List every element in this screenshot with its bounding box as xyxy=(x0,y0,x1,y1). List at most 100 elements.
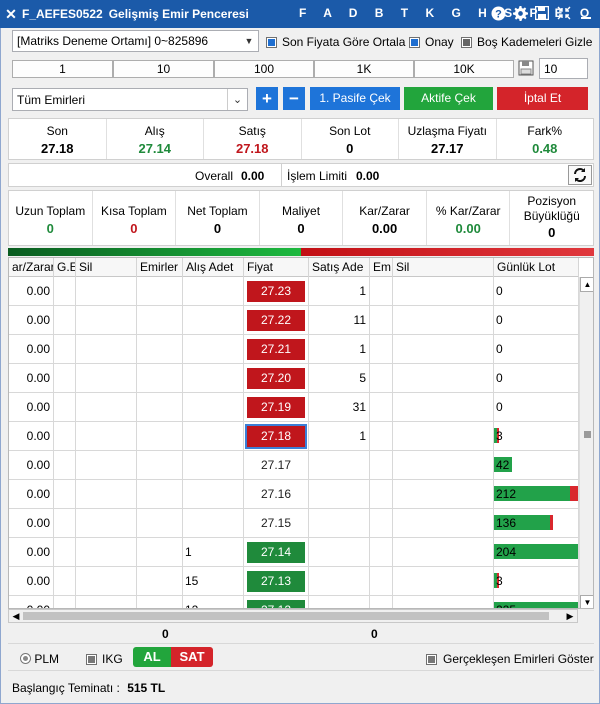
qty-button-10k[interactable]: 10K xyxy=(414,60,514,78)
gunluk-lot-cell[interactable]: 3 xyxy=(494,567,579,595)
karzarar-cell[interactable]: 0.00 xyxy=(9,277,54,305)
grid-cell[interactable] xyxy=(370,277,393,305)
order-book-row[interactable]: 0.00 1227.12 225 xyxy=(9,596,579,608)
grid-cell[interactable] xyxy=(370,393,393,421)
fiyat-cell[interactable]: 27.15 xyxy=(244,509,309,537)
gunluk-lot-cell[interactable]: 42 xyxy=(494,451,579,479)
order-book-row[interactable]: 0.00 27.20 5 0 xyxy=(9,364,579,393)
grid-cell[interactable] xyxy=(370,422,393,450)
gunluk-lot-cell[interactable]: 136 xyxy=(494,509,579,537)
grid-cell[interactable] xyxy=(76,596,137,608)
price-label[interactable]: 27.18 xyxy=(245,424,307,449)
checkbox-indeterminate-icon[interactable] xyxy=(461,36,472,48)
alis-adet-cell[interactable] xyxy=(183,306,244,334)
col-gunluk-lot[interactable]: Günlük Lot xyxy=(494,258,579,277)
gunluk-lot-cell[interactable]: 204 xyxy=(494,538,579,566)
col-sil-buy[interactable]: Sil xyxy=(76,258,137,277)
scroll-thumb[interactable] xyxy=(584,431,591,438)
gunluk-lot-cell[interactable]: 0 xyxy=(494,306,579,334)
col-fiyat[interactable]: Fiyat xyxy=(244,258,309,277)
karzarar-cell[interactable]: 0.00 xyxy=(9,509,54,537)
grid-cell[interactable] xyxy=(393,393,494,421)
grid-cell[interactable] xyxy=(76,335,137,363)
qty-button-100[interactable]: 100 xyxy=(214,60,314,78)
gunluk-lot-cell[interactable]: 212 xyxy=(494,480,579,508)
grid-cell[interactable] xyxy=(54,306,76,334)
price-label[interactable]: 27.12 xyxy=(247,600,305,608)
grid-cell[interactable] xyxy=(370,364,393,392)
fiyat-cell[interactable]: 27.20 xyxy=(244,364,309,392)
grid-cell[interactable] xyxy=(137,509,183,537)
grid-cell[interactable] xyxy=(370,596,393,608)
checkbox-icon[interactable] xyxy=(86,653,97,665)
save-icon[interactable] xyxy=(534,5,550,21)
alis-adet-cell[interactable] xyxy=(183,480,244,508)
h-scroll-thumb[interactable] xyxy=(23,612,549,620)
gunluk-lot-cell[interactable]: 0 xyxy=(494,393,579,421)
grid-cell[interactable] xyxy=(54,451,76,479)
order-book-row[interactable]: 0.00 27.15 136 xyxy=(9,509,579,538)
grid-cell[interactable] xyxy=(393,422,494,450)
order-book-row[interactable]: 0.00 27.22 11 0 xyxy=(9,306,579,335)
al-button[interactable]: AL xyxy=(133,647,171,667)
satis-adet-cell[interactable] xyxy=(309,509,370,537)
grid-cell[interactable] xyxy=(137,538,183,566)
plm-radio[interactable]: PLM xyxy=(20,652,59,666)
scroll-right-icon[interactable]: ▶ xyxy=(563,610,577,622)
karzarar-cell[interactable]: 0.00 xyxy=(9,422,54,450)
grid-cell[interactable] xyxy=(76,451,137,479)
grid-cell[interactable] xyxy=(54,596,76,608)
collapse-icon[interactable] xyxy=(556,5,572,21)
satis-adet-cell[interactable] xyxy=(309,567,370,595)
checkbox-icon[interactable] xyxy=(426,653,437,665)
grid-cell[interactable] xyxy=(76,480,137,508)
grid-cell[interactable] xyxy=(54,277,76,305)
sat-button[interactable]: SAT xyxy=(171,647,213,667)
grid-cell[interactable] xyxy=(76,422,137,450)
satis-adet-cell[interactable]: 1 xyxy=(309,277,370,305)
save-qty-icon[interactable] xyxy=(516,58,536,78)
satis-adet-cell[interactable] xyxy=(309,596,370,608)
price-label[interactable]: 27.16 xyxy=(247,484,305,505)
grid-cell[interactable] xyxy=(76,538,137,566)
onay-checkbox[interactable]: Onay xyxy=(409,35,454,49)
satis-adet-cell[interactable] xyxy=(309,480,370,508)
grid-cell[interactable] xyxy=(54,422,76,450)
fiyat-cell[interactable]: 27.22 xyxy=(244,306,309,334)
grid-cell[interactable] xyxy=(76,364,137,392)
chevron-down-icon[interactable]: ⌄ xyxy=(227,89,247,110)
price-label[interactable]: 27.22 xyxy=(247,310,305,331)
gerceklesen-checkbox[interactable]: Gerçekleşen Emirleri Göster xyxy=(426,652,594,666)
karzarar-cell[interactable]: 0.00 xyxy=(9,538,54,566)
grid-cell[interactable] xyxy=(370,509,393,537)
vertical-scrollbar[interactable]: ▲ ▼ xyxy=(579,277,593,608)
grid-cell[interactable] xyxy=(137,364,183,392)
pasife-cek-button[interactable]: 1. Pasife Çek xyxy=(310,87,400,110)
grid-cell[interactable] xyxy=(137,422,183,450)
order-book-row[interactable]: 0.00 27.16 212 xyxy=(9,480,579,509)
grid-cell[interactable] xyxy=(76,567,137,595)
col-emirler[interactable]: Emirler xyxy=(137,258,183,277)
grid-cell[interactable] xyxy=(137,451,183,479)
fiyat-cell[interactable]: 27.13 xyxy=(244,567,309,595)
grid-cell[interactable] xyxy=(393,509,494,537)
order-book-row[interactable]: 0.00 15 27.13 3 xyxy=(9,567,579,596)
son-fiyata-checkbox[interactable]: Son Fiyata Göre Ortala xyxy=(266,35,405,49)
ikg-checkbox[interactable]: IKG xyxy=(86,652,123,666)
alis-adet-cell[interactable]: 12 xyxy=(183,596,244,608)
grid-cell[interactable] xyxy=(137,596,183,608)
alis-adet-cell[interactable] xyxy=(183,422,244,450)
grid-cell[interactable] xyxy=(76,393,137,421)
chevron-down-icon[interactable]: ▼ xyxy=(240,31,258,51)
close-icon[interactable]: ✕ xyxy=(0,6,22,23)
karzarar-cell[interactable]: 0.00 xyxy=(9,306,54,334)
karzarar-cell[interactable]: 0.00 xyxy=(9,451,54,479)
scroll-down-icon[interactable]: ▼ xyxy=(580,595,593,608)
fiyat-cell[interactable]: 27.19 xyxy=(244,393,309,421)
alis-adet-cell[interactable] xyxy=(183,451,244,479)
satis-adet-cell[interactable]: 11 xyxy=(309,306,370,334)
price-label[interactable]: 27.17 xyxy=(247,455,305,476)
fiyat-cell[interactable]: 27.12 xyxy=(244,596,309,608)
grid-cell[interactable] xyxy=(137,393,183,421)
grid-cell[interactable] xyxy=(393,480,494,508)
